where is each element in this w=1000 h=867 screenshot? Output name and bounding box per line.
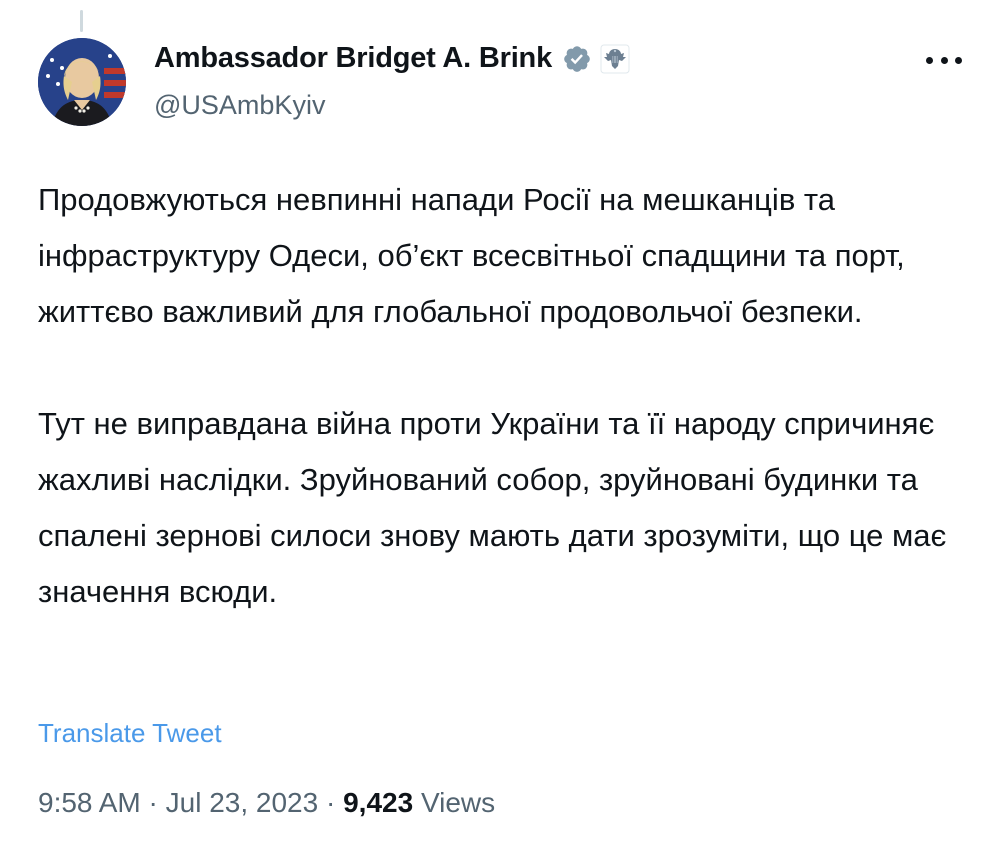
translate-tweet-link[interactable]: Translate Tweet [38,718,222,749]
verified-badge-icon[interactable] [562,44,592,74]
author-handle[interactable]: @USAmbKyiv [154,90,325,121]
more-dot [955,56,962,64]
tweet-date[interactable]: Jul 23, 2023 [166,787,319,818]
us-state-department-seal-icon[interactable] [600,44,630,74]
more-dot [926,56,933,64]
views-count[interactable]: 9,423 [343,787,413,818]
tweet-time[interactable]: 9:58 AM [38,787,141,818]
thread-connector-line [80,10,83,32]
tweet-paragraph: Продовжуються невпинні напади Росії на м… [38,182,905,329]
author-name-row: Ambassador Bridget A. Brink [154,42,630,75]
meta-separator: · [148,787,158,818]
meta-separator: · [325,787,336,818]
tweet-paragraph: Тут не виправдана війна проти України та… [38,406,947,609]
author-name[interactable]: Ambassador Bridget A. Brink [154,42,552,75]
more-dot [940,56,948,64]
tweet-meta: 9:58 AM · Jul 23, 2023 · 9,423 Views [38,787,495,819]
tweet-header: Ambassador Bridget A. Brink @USAmbKyiv [38,38,962,128]
tweet-body: Продовжуються невпинні напади Росії на м… [38,172,958,620]
avatar[interactable] [38,38,126,126]
views-label: Views [420,787,496,818]
more-horizontal-icon[interactable] [926,52,962,68]
